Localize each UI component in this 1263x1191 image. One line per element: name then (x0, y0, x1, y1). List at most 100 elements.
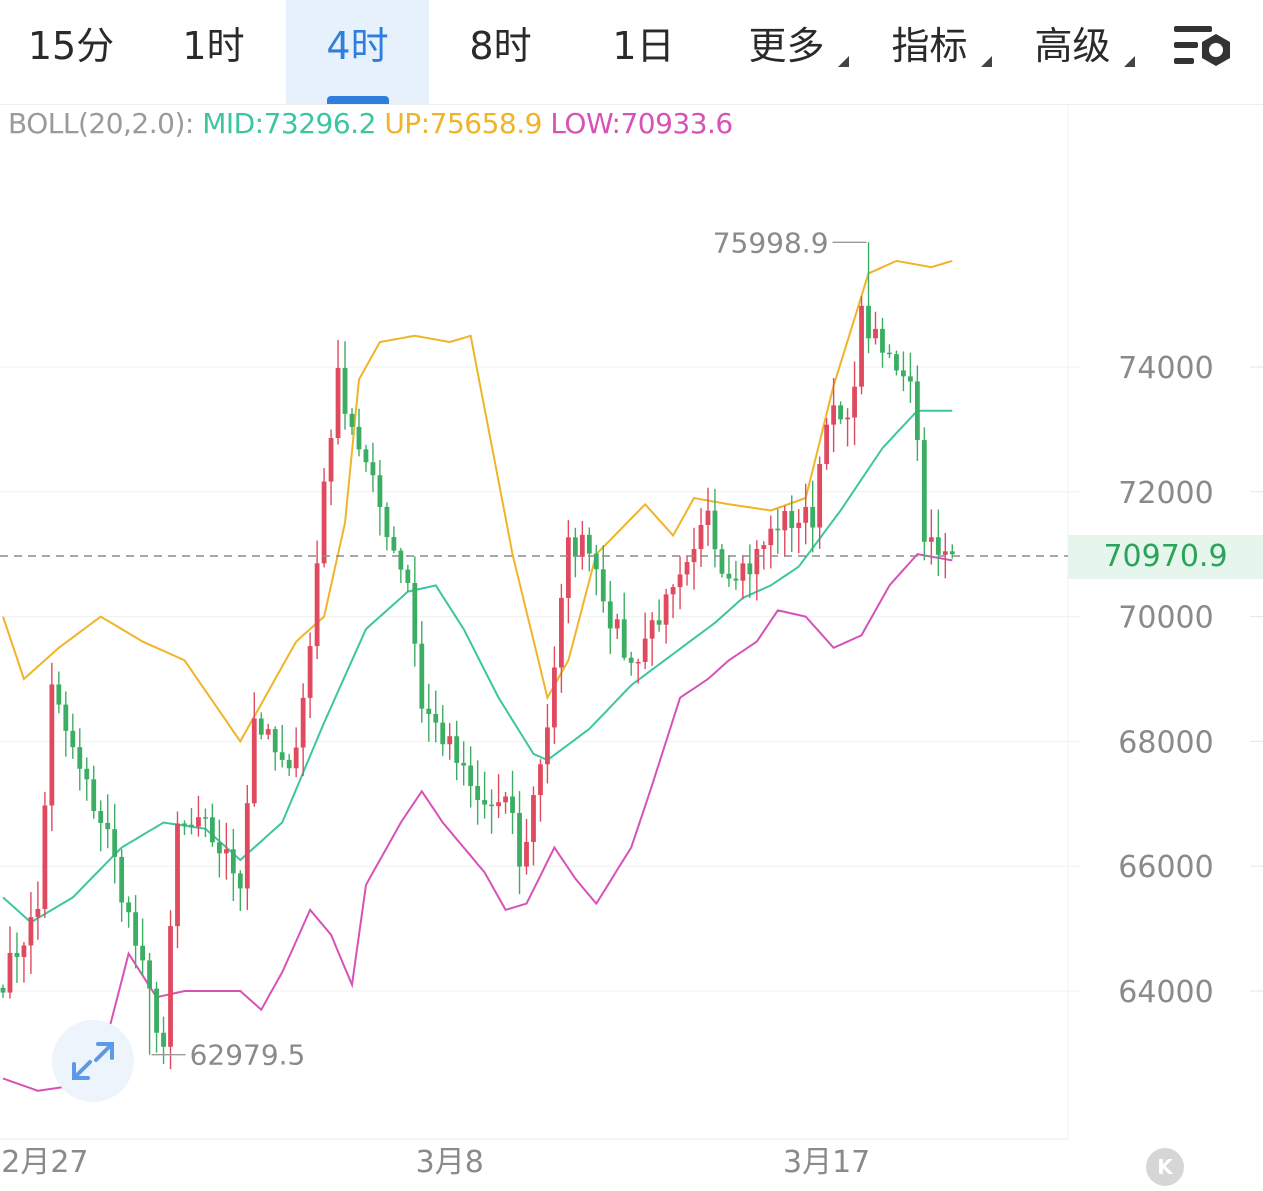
candle-body (831, 405, 837, 425)
candle-body (524, 841, 529, 867)
candle-body (656, 620, 662, 625)
y-tick-label: 72000 (1118, 476, 1213, 511)
candle-body (28, 917, 34, 946)
candle-body (845, 417, 850, 420)
candle-body (412, 582, 418, 644)
candle-body (740, 563, 746, 581)
tab-4hour[interactable]: 4时 (286, 0, 429, 104)
candle-body (607, 601, 613, 629)
candle-body (77, 747, 83, 769)
candle-body (796, 522, 802, 528)
candle-body (419, 643, 425, 709)
x-tick-label: 3月17 (783, 1145, 870, 1180)
candle-body (712, 510, 718, 550)
candle-body (914, 381, 920, 441)
x-tick-label: 3月8 (416, 1145, 484, 1180)
candle-body (321, 481, 327, 564)
y-tick-label: 74000 (1118, 351, 1213, 386)
candle-body (894, 354, 899, 371)
candle-body (873, 328, 878, 339)
candle-body (908, 376, 913, 382)
candle-body (733, 578, 739, 581)
candle-body (496, 802, 501, 807)
candle-body (140, 945, 145, 961)
candle-body (300, 697, 306, 748)
caret-down-icon (838, 56, 849, 67)
tab-indicators[interactable]: 指标 (858, 0, 1001, 104)
candle-body (279, 752, 285, 760)
y-tick-label: 68000 (1118, 725, 1213, 760)
boll-mid-line (2, 409, 953, 924)
candle-body (803, 506, 809, 523)
candle-body (314, 563, 320, 647)
tab-more[interactable]: 更多 (715, 0, 858, 104)
candle-body (552, 667, 557, 728)
candle-body (7, 952, 13, 993)
candle-body (670, 587, 676, 595)
candle-body (482, 800, 488, 805)
candle-body (510, 796, 515, 813)
candle-body (621, 619, 627, 658)
candle-body (600, 569, 606, 602)
tab-1hour[interactable]: 1时 (142, 0, 285, 104)
candle-body (56, 684, 62, 705)
max-price-label: 75998.9 (713, 226, 829, 259)
min-price-label: 62979.5 (190, 1039, 306, 1072)
axis-labels: 64000 66000 68000 70000 72000 74000 75998.9 629… (0, 226, 1214, 1180)
y-tick-label: 64000 (1118, 975, 1213, 1010)
candle-body (454, 736, 460, 763)
tab-8hour[interactable]: 8时 (429, 0, 572, 104)
candle-body (433, 713, 439, 723)
tab-advanced[interactable]: 高级 (1001, 0, 1144, 104)
tab-indicators-label: 指标 (891, 24, 968, 68)
candle-body (461, 762, 467, 766)
tab-4hour-label: 4时 (326, 24, 389, 68)
candle-body (489, 804, 494, 807)
candle-body (768, 528, 774, 546)
candle-body (147, 960, 152, 989)
bollinger-bands (2, 259, 953, 1092)
candle-body (635, 661, 641, 664)
tab-1day[interactable]: 1日 (572, 0, 715, 104)
candle-body (286, 759, 292, 769)
candle-body (677, 574, 683, 588)
expand-icon (72, 1042, 114, 1080)
y-tick-label: 70000 (1118, 601, 1213, 636)
candle-body (901, 370, 906, 377)
candle-body (698, 525, 704, 549)
tab-advanced-label: 高级 (1034, 24, 1111, 68)
candle-body (391, 537, 397, 551)
candle-body (545, 727, 550, 765)
candle-body (175, 823, 180, 927)
candlestick-chart[interactable]: 64000 66000 68000 70000 72000 74000 75998.9 629… (0, 104, 1263, 1191)
candle-body (565, 537, 571, 598)
candle-body (468, 765, 474, 786)
candle-body (126, 902, 132, 913)
candle-body (307, 646, 313, 698)
candle-body (838, 405, 843, 420)
candle-body (216, 842, 222, 854)
candle-body (203, 817, 208, 819)
candle-body (384, 506, 390, 538)
boll-upper-line (2, 259, 953, 744)
fullscreen-button[interactable] (52, 1020, 134, 1102)
kline-toggle-button[interactable]: K (1146, 1148, 1184, 1186)
candle-body (789, 511, 795, 528)
caret-down-icon (1124, 56, 1135, 67)
candle-body (70, 730, 76, 748)
candle-body (98, 811, 104, 823)
candle-body (887, 352, 892, 355)
candle-body (335, 367, 341, 439)
tab-15min[interactable]: 15分 (0, 0, 142, 104)
candle-body (726, 573, 732, 579)
candle-body (251, 718, 257, 804)
candle-body (705, 510, 711, 526)
candle-body (223, 849, 229, 854)
current-price-tag: 70970.9 (1068, 535, 1263, 579)
chart-settings-button[interactable] (1170, 20, 1234, 76)
candle-body (782, 511, 788, 531)
candle-body (49, 684, 55, 806)
candle-body (579, 534, 585, 557)
candle-body (684, 562, 690, 575)
candle-body (538, 764, 543, 796)
